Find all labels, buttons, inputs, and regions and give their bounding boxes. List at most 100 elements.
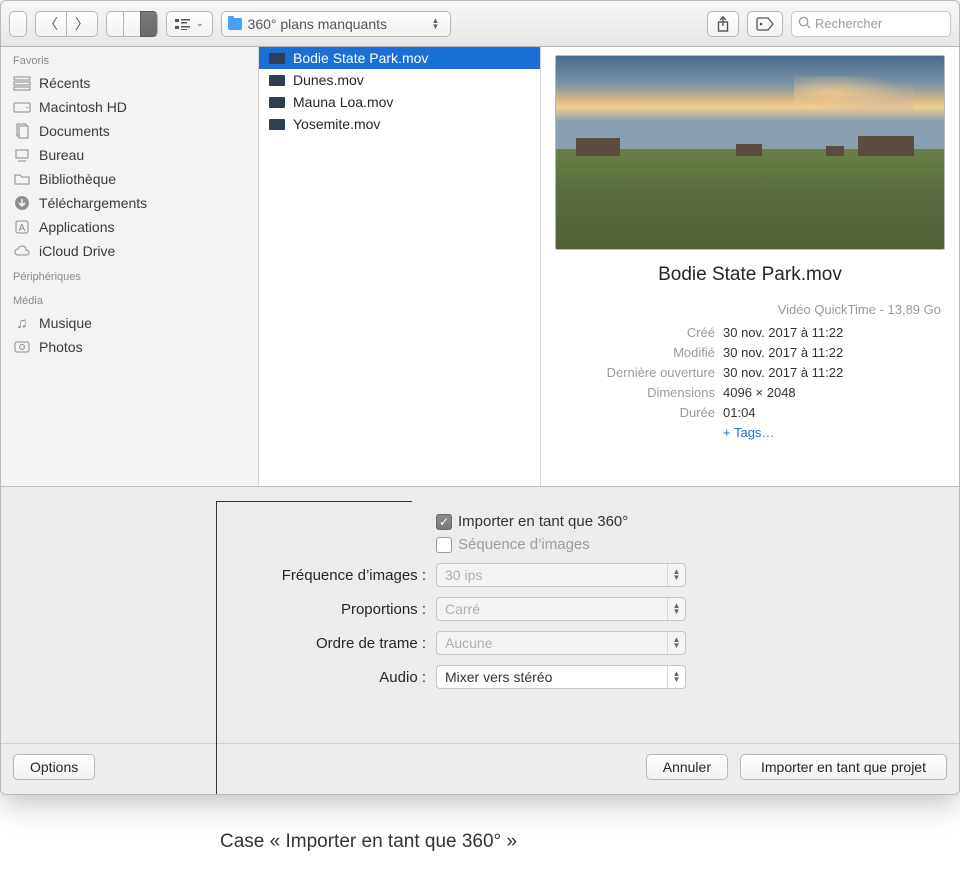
sidebar-item-musique[interactable]: ♫ Musique [1, 311, 258, 335]
view-columns[interactable] [140, 11, 158, 37]
sidebar-item-recents[interactable]: Récents [1, 71, 258, 95]
file-list[interactable]: Bodie State Park.mov Dunes.mov Mauna Loa… [259, 47, 541, 486]
icloud-icon [13, 243, 31, 259]
meta-value: 30 nov. 2017 à 11:22 [723, 343, 945, 363]
nav-back-forward: 〈 〉 [35, 11, 98, 37]
svg-text:A: A [19, 223, 26, 234]
framerate-select[interactable]: 30 ips▲▼ [436, 563, 686, 587]
file-name: Mauna Loa.mov [293, 94, 393, 110]
sidebar-item-label: Bureau [39, 147, 84, 163]
sidebar-item-bibliotheque[interactable]: Bibliothèque [1, 167, 258, 191]
preview-pane: Bodie State Park.mov Vidéo QuickTime - 1… [541, 47, 959, 486]
view-icons[interactable] [106, 11, 123, 37]
folder-icon [13, 171, 31, 187]
sidebar-header-favorites: Favoris [1, 47, 258, 71]
list-item[interactable]: Yosemite.mov [259, 113, 540, 135]
movie-icon [269, 97, 285, 108]
sidebar-item-label: iCloud Drive [39, 243, 115, 259]
meta-value: 01:04 [723, 403, 945, 423]
sidebar-header-devices: Périphériques [1, 263, 258, 287]
sidebar-item-label: Téléchargements [39, 195, 147, 211]
sidebar-item-telechargements[interactable]: Téléchargements [1, 191, 258, 215]
checkbox-import-360[interactable]: ✓ [436, 514, 452, 530]
arrange-menu[interactable]: ⌄ [166, 11, 213, 37]
downloads-icon [13, 195, 31, 211]
toolbar: 〈 〉 ⌄ 360° plans manquants ▲▼ [1, 1, 959, 47]
view-list[interactable] [123, 11, 140, 37]
movie-icon [269, 75, 285, 86]
sidebar-item-label: Musique [39, 315, 92, 331]
add-tags-link[interactable]: + Tags… [723, 423, 945, 443]
hdd-icon [13, 99, 31, 115]
bottom-bar: Options Annuler Importer en tant que pro… [1, 743, 959, 794]
framerate-label: Fréquence d’images : [31, 567, 436, 584]
tags-button[interactable] [747, 11, 783, 37]
path-label: 360° plans manquants [248, 16, 387, 32]
folder-icon [228, 18, 242, 30]
sidebar-item-label: Bibliothèque [39, 171, 116, 187]
chevron-updown-icon: ▲▼ [667, 632, 685, 654]
chevron-updown-icon: ▲▼ [667, 666, 685, 688]
preview-title: Bodie State Park.mov [658, 264, 842, 286]
cancel-button[interactable]: Annuler [646, 754, 728, 780]
ratio-select[interactable]: Carré▲▼ [436, 597, 686, 621]
sidebar-item-bureau[interactable]: Bureau [1, 143, 258, 167]
preview-metadata: Vidéo QuickTime - 13,89 Go Créé 30 nov. 2… [555, 302, 945, 443]
meta-key: Durée [555, 403, 715, 423]
movie-icon [269, 119, 285, 130]
list-item[interactable]: Bodie State Park.mov [259, 47, 540, 69]
audio-select[interactable]: Mixer vers stéréo▲▼ [436, 665, 686, 689]
import-options-panel: ✓ Importer en tant que 360° Séquence d’i… [1, 487, 959, 743]
view-mode-segment [106, 11, 158, 37]
sidebar-item-documents[interactable]: Documents [1, 119, 258, 143]
fieldorder-label: Ordre de trame : [31, 635, 436, 652]
sidebar-item-label: Macintosh HD [39, 99, 127, 115]
preview-thumbnail [555, 55, 945, 250]
sidebar-item-label: Applications [39, 219, 115, 235]
meta-value: 4096 × 2048 [723, 383, 945, 403]
nav-forward[interactable]: 〉 [66, 11, 98, 37]
sidebar-item-macintosh-hd[interactable]: Macintosh HD [1, 95, 258, 119]
search-icon [798, 16, 811, 32]
sidebar-item-label: Photos [39, 339, 83, 355]
music-icon: ♫ [13, 315, 31, 331]
preview-kind: Vidéo QuickTime - 13,89 Go [555, 302, 945, 317]
callout-leader [216, 501, 217, 795]
file-name: Bodie State Park.mov [293, 50, 428, 66]
sidebar-item-applications[interactable]: A Applications [1, 215, 258, 239]
sidebar-item-icloud[interactable]: iCloud Drive [1, 239, 258, 263]
file-name: Dunes.mov [293, 72, 364, 88]
ratio-label: Proportions : [31, 601, 436, 618]
sidebar-toggle[interactable] [9, 11, 27, 37]
audio-label: Audio : [31, 669, 436, 686]
path-selector[interactable]: 360° plans manquants ▲▼ [221, 11, 451, 37]
search-placeholder: Rechercher [815, 16, 882, 31]
sidebar-item-photos[interactable]: Photos [1, 335, 258, 359]
fieldorder-select[interactable]: Aucune▲▼ [436, 631, 686, 655]
chevron-updown-icon: ▲▼ [667, 598, 685, 620]
checkbox-image-sequence[interactable] [436, 537, 452, 553]
options-button[interactable]: Options [13, 754, 95, 780]
meta-key: Dimensions [555, 383, 715, 403]
sidebar-item-label: Récents [39, 75, 90, 91]
meta-key: Créé [555, 323, 715, 343]
sidebar-header-media: Média [1, 287, 258, 311]
list-item[interactable]: Mauna Loa.mov [259, 91, 540, 113]
applications-icon: A [13, 219, 31, 235]
meta-key: Dernière ouverture [555, 363, 715, 383]
nav-back[interactable]: 〈 [35, 11, 66, 37]
import-button[interactable]: Importer en tant que projet [740, 754, 947, 780]
share-button[interactable] [707, 11, 739, 37]
list-item[interactable]: Dunes.mov [259, 69, 540, 91]
search-field[interactable]: Rechercher [791, 11, 951, 37]
checkbox-label: Importer en tant que 360° [458, 513, 628, 530]
main-area: Favoris Récents Macintosh HD Documents B… [1, 47, 959, 487]
photos-icon [13, 339, 31, 355]
sidebar[interactable]: Favoris Récents Macintosh HD Documents B… [1, 47, 259, 486]
callout-leader-h [216, 501, 412, 502]
chevron-updown-icon: ▲▼ [432, 18, 444, 30]
file-name: Yosemite.mov [293, 116, 380, 132]
documents-icon [13, 123, 31, 139]
finder-import-window: 〈 〉 ⌄ 360° plans manquants ▲▼ [0, 0, 960, 795]
movie-icon [269, 53, 285, 64]
